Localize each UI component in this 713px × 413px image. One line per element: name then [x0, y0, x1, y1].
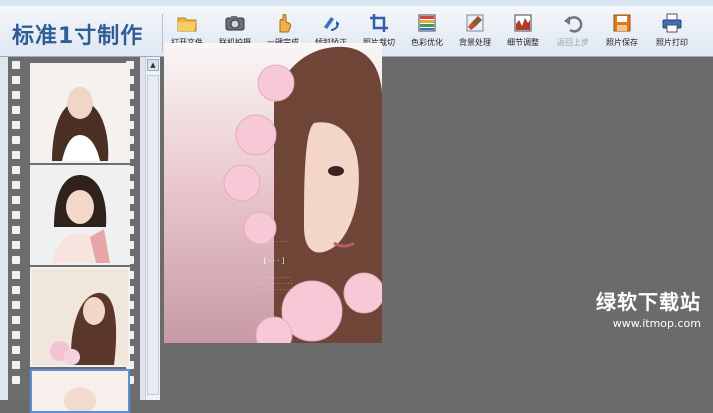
photo-sidebar: ▲	[0, 57, 160, 413]
save-button[interactable]: 照片保存	[598, 10, 646, 54]
photo-thumbnail-selected[interactable]	[30, 369, 130, 413]
camera-icon	[225, 16, 245, 31]
main-photo[interactable]: · · · · · · · · · [ · · · ] · · · · · · …	[164, 43, 382, 343]
color-optimize-button[interactable]: 色彩优化	[403, 10, 451, 54]
brush-icon	[466, 14, 484, 32]
photo-overlay-text: [ · · · ]	[263, 257, 285, 265]
portrait-image	[32, 269, 128, 365]
color-optimize-label: 色彩优化	[411, 38, 443, 47]
photo-thumbnail[interactable]	[30, 165, 130, 265]
photo-overlay-text: · · · · · · · · ·	[260, 239, 288, 245]
film-perforations-left	[12, 61, 22, 401]
portrait-image	[32, 167, 128, 263]
undo-icon	[564, 16, 583, 33]
portrait-image	[32, 65, 128, 161]
crop-icon	[370, 14, 388, 32]
palette-icon	[418, 14, 436, 32]
background-label: 背景处理	[459, 38, 491, 47]
print-button[interactable]: 照片打印	[648, 10, 696, 54]
background-button[interactable]: 背景处理	[451, 10, 499, 54]
portrait-photo-image	[164, 43, 382, 343]
detail-adjust-button[interactable]: 细节调整	[499, 10, 547, 54]
portrait-image	[32, 371, 128, 411]
print-label: 照片打印	[656, 38, 688, 47]
detail-adjust-label: 细节调整	[507, 38, 539, 47]
photo-overlay-text: · · · · · · · · · · · · · · · · · · · · ·…	[255, 275, 293, 293]
site-watermark: 绿软下载站 www.itmop.com	[596, 286, 701, 330]
printer-icon	[662, 13, 682, 33]
save-label: 照片保存	[606, 38, 638, 47]
hand-icon	[279, 14, 292, 33]
undo-label: 返回上步	[557, 38, 589, 47]
app-title: 标准1寸制作	[12, 24, 144, 49]
save-icon	[613, 14, 631, 32]
tilt-icon	[324, 17, 339, 31]
scroll-up-icon[interactable]: ▲	[147, 59, 159, 71]
watermark-site-name: 绿软下载站	[596, 290, 701, 314]
undo-button[interactable]: 返回上步	[549, 10, 597, 54]
photo-thumbnail[interactable]	[30, 63, 130, 163]
scrollbar-thumb[interactable]	[147, 75, 159, 395]
filmstrip	[8, 57, 140, 413]
photo-thumbnail[interactable]	[30, 267, 130, 367]
watermark-url: www.itmop.com	[612, 317, 701, 330]
levels-icon	[514, 14, 532, 32]
folder-icon	[177, 17, 197, 32]
filmstrip-scrollbar[interactable]: ▲	[145, 57, 160, 400]
